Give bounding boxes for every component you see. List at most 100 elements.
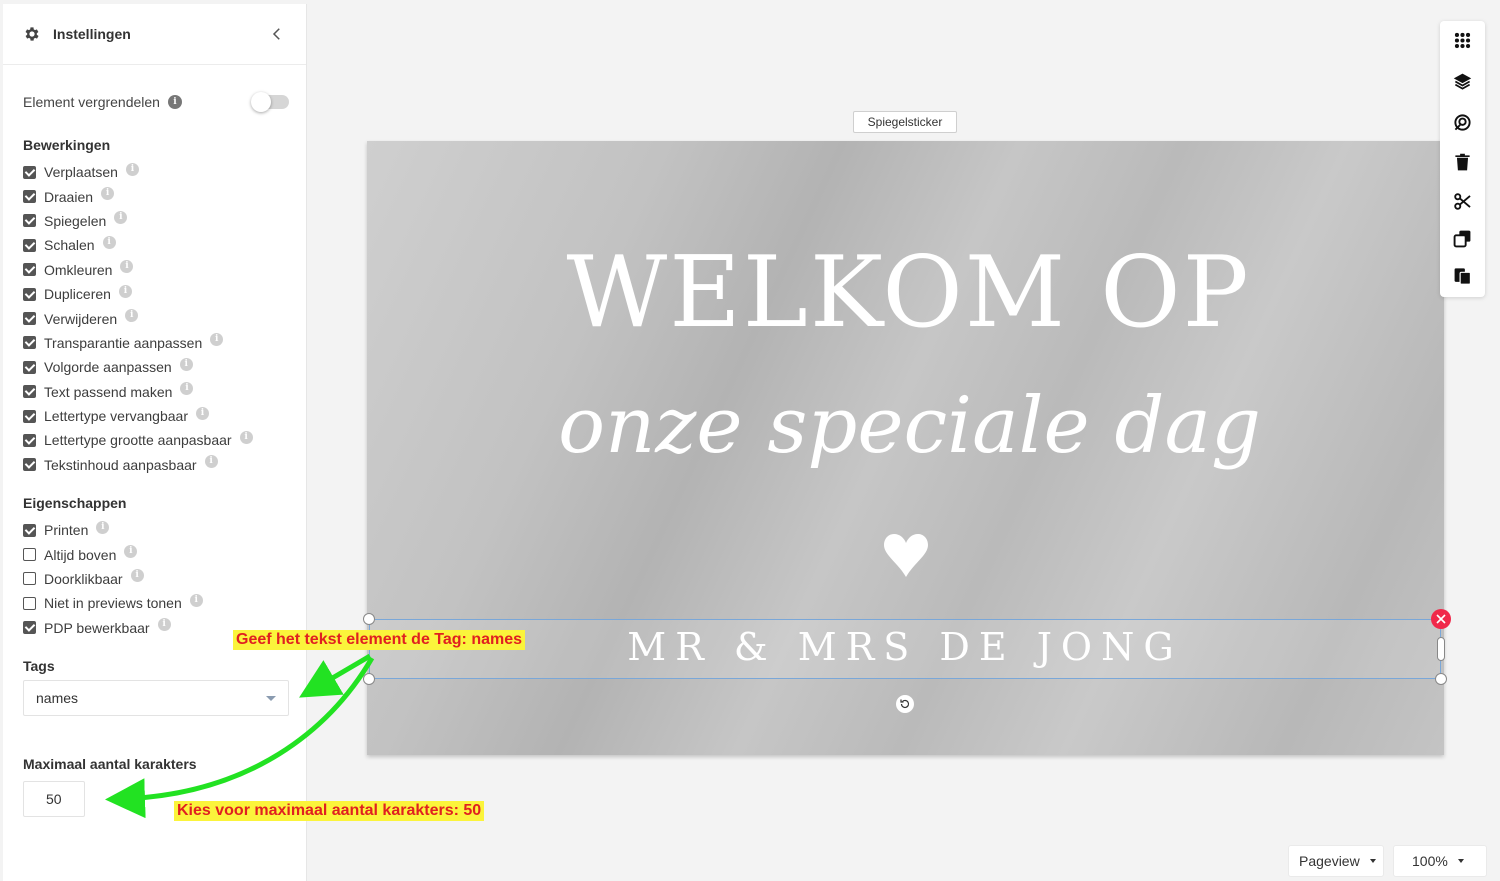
info-icon[interactable]: i <box>239 430 253 444</box>
tag-annotation: Geef het tekst element de Tag: names <box>233 630 526 650</box>
checkbox-label: Lettertype grootte aanpasbaar <box>44 432 232 449</box>
info-icon[interactable]: i <box>120 260 134 274</box>
info-icon[interactable]: i <box>167 95 182 109</box>
checkbox-label: Schalen <box>44 237 95 254</box>
info-icon[interactable]: i <box>114 211 128 225</box>
rotate-handle[interactable] <box>895 694 915 714</box>
checkbox-checked[interactable] <box>23 433 36 447</box>
product-label: Spiegelsticker <box>853 111 957 133</box>
info-icon[interactable]: i <box>118 284 132 298</box>
checkbox-checked[interactable] <box>23 621 36 635</box>
eigenschappen-list: Printen i Altijd boven i Doorklikbaar i Niet i… <box>23 518 203 640</box>
heart-icon[interactable] <box>882 533 930 577</box>
checkbox-label: Transparantie aanpassen <box>44 334 203 351</box>
info-icon[interactable]: i <box>157 618 171 632</box>
checkbox-item[interactable]: Verplaatsen i <box>23 160 253 184</box>
view-mode-dropdown[interactable]: Pageview <box>1288 845 1384 877</box>
sidebar-title: Instellingen <box>53 26 131 42</box>
checkbox-item[interactable]: Altijd boven i <box>23 542 203 566</box>
info-icon[interactable]: i <box>96 520 110 534</box>
checkbox-item[interactable]: Lettertype vervangbaar i <box>23 404 253 428</box>
checkbox-item[interactable]: Omkleuren i <box>23 258 253 282</box>
checkbox-item[interactable]: Dupliceren i <box>23 282 253 306</box>
lock-element-toggle[interactable] <box>251 92 289 112</box>
delete-element-button[interactable] <box>1431 609 1451 629</box>
checkbox-item[interactable]: Transparantie aanpassen i <box>23 331 253 355</box>
checkbox-label: Altijd boven <box>44 546 117 563</box>
info-icon[interactable]: i <box>210 333 224 347</box>
checkbox-item[interactable]: Tekstinhoud aanpasbaar i <box>23 453 253 477</box>
names-text[interactable]: MR & MRS DE JONG <box>369 625 1441 669</box>
zoom-dropdown[interactable]: 100% <box>1393 845 1487 877</box>
tags-select[interactable]: names <box>23 680 289 716</box>
checkbox-item[interactable]: Text passend maken i <box>23 380 253 404</box>
checkbox-label: Text passend maken <box>44 383 173 400</box>
tags-heading: Tags <box>23 658 55 674</box>
checkbox-label: Printen <box>44 522 89 539</box>
checkbox-item[interactable]: Niet in previews tonen i <box>23 591 203 615</box>
info-icon[interactable]: i <box>204 455 218 469</box>
checkbox-unchecked[interactable] <box>23 596 36 610</box>
grid-icon[interactable] <box>1453 31 1472 50</box>
checkbox-label: Omkleuren <box>44 261 113 278</box>
checkbox-checked[interactable] <box>23 458 36 472</box>
checkbox-checked[interactable] <box>23 190 36 204</box>
checkbox-item[interactable]: PDP bewerkbaar i <box>23 616 203 640</box>
info-icon[interactable]: i <box>125 309 139 323</box>
checkbox-checked[interactable] <box>23 263 36 277</box>
bewerkingen-heading: Bewerkingen <box>23 137 111 153</box>
checkbox-item[interactable]: Doorklikbaar i <box>23 567 203 591</box>
checkbox-item[interactable]: Spiegelen i <box>23 209 253 233</box>
info-icon[interactable]: i <box>125 162 139 176</box>
chevron-left-icon[interactable] <box>268 25 286 43</box>
scissors-icon[interactable] <box>1453 192 1472 211</box>
layers-icon[interactable] <box>1453 72 1472 91</box>
checkbox-label: Doorklikbaar <box>44 570 123 587</box>
checkbox-item[interactable]: Verwijderen i <box>23 306 253 330</box>
resize-handle-right[interactable] <box>1437 637 1445 661</box>
checkbox-checked[interactable] <box>23 214 36 228</box>
checkbox-checked[interactable] <box>23 360 36 374</box>
checkbox-label: Verwijderen <box>44 310 118 327</box>
checkbox-checked[interactable] <box>23 312 36 326</box>
checkbox-checked[interactable] <box>23 409 36 423</box>
zoom-label: 100% <box>1412 853 1448 869</box>
bewerkingen-list: Verplaatsen i Draaien i Spiegelen i Schalen i Om… <box>23 160 253 477</box>
max-characters-input[interactable]: 50 <box>23 781 85 817</box>
filter-icon[interactable] <box>1453 113 1472 132</box>
checkbox-item[interactable]: Draaien i <box>23 184 253 208</box>
caret-down-icon <box>1369 859 1376 863</box>
checkbox-item[interactable]: Printen i <box>23 518 203 542</box>
checkbox-item[interactable]: Schalen i <box>23 233 253 257</box>
checkbox-checked[interactable] <box>23 385 36 399</box>
paste-icon[interactable] <box>1453 266 1472 285</box>
script-text[interactable]: onze speciale dag <box>367 381 1444 471</box>
info-icon[interactable]: i <box>189 593 203 607</box>
resize-handle-bottom-left[interactable] <box>363 673 375 685</box>
info-icon[interactable]: i <box>124 545 138 559</box>
headline-text[interactable]: WELKOM OP <box>367 236 1444 350</box>
checkbox-label: Draaien <box>44 188 94 205</box>
info-icon[interactable]: i <box>130 569 144 583</box>
checkbox-checked[interactable] <box>23 287 36 301</box>
copy-icon[interactable] <box>1453 229 1472 248</box>
checkbox-item[interactable]: Lettertype grootte aanpasbaar i <box>23 428 253 452</box>
resize-handle-bottom-right[interactable] <box>1435 673 1447 685</box>
trash-icon[interactable] <box>1453 153 1472 172</box>
info-icon[interactable]: i <box>102 235 116 249</box>
checkbox-unchecked[interactable] <box>23 548 36 562</box>
resize-handle-top-left[interactable] <box>363 613 375 625</box>
checkbox-checked[interactable] <box>23 165 36 179</box>
checkbox-checked[interactable] <box>23 523 36 537</box>
checkbox-item[interactable]: Volgorde aanpassen i <box>23 355 253 379</box>
checkbox-label: PDP bewerkbaar <box>44 619 150 636</box>
info-icon[interactable]: i <box>179 357 193 371</box>
checkbox-unchecked[interactable] <box>23 572 36 586</box>
sidebar-header: Instellingen <box>3 4 306 65</box>
info-icon[interactable]: i <box>195 406 209 420</box>
info-icon[interactable]: i <box>101 187 115 201</box>
info-icon[interactable]: i <box>180 382 194 396</box>
checkbox-label: Spiegelen <box>44 212 107 229</box>
checkbox-checked[interactable] <box>23 336 36 350</box>
checkbox-checked[interactable] <box>23 238 36 252</box>
